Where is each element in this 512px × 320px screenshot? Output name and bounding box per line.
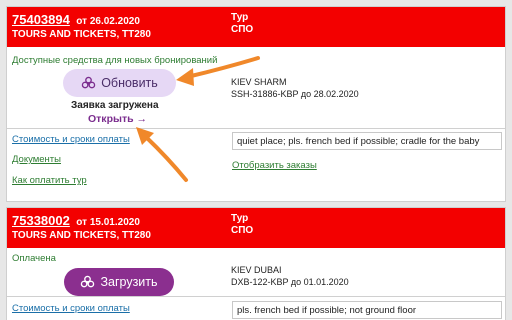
order-subtype-label: СПО	[231, 225, 254, 236]
open-request-link[interactable]: Открыть →	[88, 113, 147, 125]
payment-terms-link[interactable]: Стоимость и сроки оплаты	[12, 134, 130, 145]
divider	[7, 128, 505, 129]
request-status-text: Заявка загружена	[71, 100, 159, 111]
order-number-link[interactable]: 75403894	[12, 12, 70, 27]
hotel-name: KIEV DUBAI	[231, 265, 282, 275]
hotel-name: KIEV SHARM	[231, 77, 287, 87]
show-orders-link[interactable]: Отобразить заказы	[232, 160, 317, 171]
agent-name: TOURS AND TICKETS, TT280	[12, 230, 151, 241]
order-card: 75403894 от 26.02.2020 TOURS AND TICKETS…	[6, 6, 506, 202]
order-status-text: Доступные средства для новых бронировани…	[12, 55, 218, 66]
order-note-field[interactable]: quiet place; pls. french bed if possible…	[232, 132, 502, 150]
flower-logo-icon	[81, 76, 96, 91]
hotel-code: DXB-122-KBP до 01.01.2020	[231, 277, 349, 287]
order-number-line: 75403894 от 26.02.2020	[12, 11, 140, 29]
hotel-info: KIEV SHARM SSH-31886-KBP до 28.02.2020	[231, 76, 359, 100]
divider	[7, 296, 505, 297]
load-button-label: Загрузить	[100, 275, 158, 289]
how-to-pay-link[interactable]: Как оплатить тур	[12, 175, 87, 186]
order-number-link[interactable]: 75338002	[12, 213, 70, 228]
order-header: 75403894 от 26.02.2020 TOURS AND TICKETS…	[7, 7, 505, 47]
order-date: от 15.01.2020	[76, 217, 140, 228]
load-button[interactable]: Загрузить	[64, 268, 174, 296]
hotel-info: KIEV DUBAI DXB-122-KBP до 01.01.2020	[231, 264, 349, 288]
payment-terms-link[interactable]: Стоимость и сроки оплаты	[12, 303, 130, 314]
hotel-code: SSH-31886-KBP до 28.02.2020	[231, 89, 359, 99]
flower-logo-icon	[80, 275, 95, 290]
open-request-label: Открыть	[88, 113, 134, 125]
order-header: 75338002 от 15.01.2020 TOURS AND TICKETS…	[7, 208, 505, 248]
order-number-line: 75338002 от 15.01.2020	[12, 212, 140, 230]
arrow-right-icon: →	[136, 113, 147, 125]
order-status-text: Оплачена	[12, 253, 56, 264]
refresh-button[interactable]: Обновить	[63, 69, 176, 97]
order-note-field[interactable]: pls. french bed if possible; not ground …	[232, 301, 502, 319]
order-type-label: Тур	[231, 12, 249, 23]
documents-link[interactable]: Документы	[12, 154, 61, 165]
order-type: Тур СПО	[231, 213, 253, 237]
order-card: 75338002 от 15.01.2020 TOURS AND TICKETS…	[6, 207, 506, 320]
order-date: от 26.02.2020	[76, 16, 140, 27]
refresh-button-label: Обновить	[101, 76, 158, 90]
order-type: Тур СПО	[231, 12, 253, 36]
order-type-label: Тур	[231, 213, 249, 224]
agent-name: TOURS AND TICKETS, TT280	[12, 29, 151, 40]
order-subtype-label: СПО	[231, 24, 254, 35]
